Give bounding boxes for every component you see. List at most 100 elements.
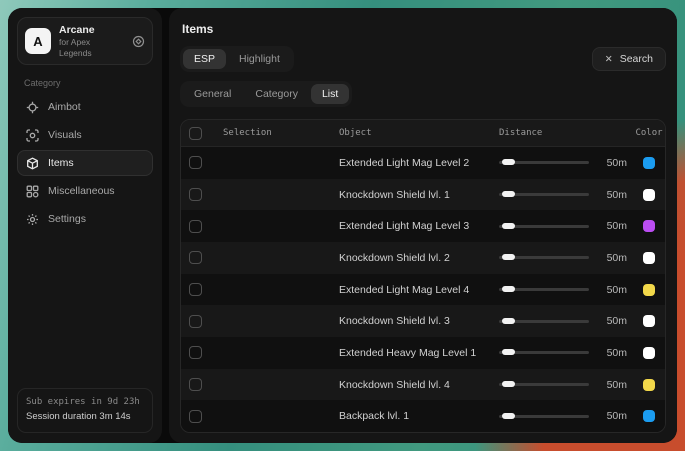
package-icon [26,157,39,170]
color-swatch[interactable] [643,157,655,169]
distance-slider[interactable] [499,193,589,196]
distance-slider[interactable] [499,383,589,386]
row-distance-value: 50m [607,252,627,264]
table-row[interactable]: Extended Light Mag Level 2 50m [181,147,665,179]
row-checkbox[interactable] [189,378,202,391]
distance-slider-thumb[interactable] [502,318,515,324]
row-object: Backpack lvl. 1 [339,410,499,422]
row-color-cell [633,315,665,327]
distance-slider[interactable] [499,161,589,164]
row-checkbox[interactable] [189,156,202,169]
table-header-row: Selection Object Distance Color [181,120,665,147]
distance-slider[interactable] [499,256,589,259]
tab-category[interactable]: Category [244,84,309,104]
tab-general[interactable]: General [183,84,242,104]
sidebar: A Arcane for Apex Legends Category Aimbo… [8,8,162,443]
row-checkbox[interactable] [189,410,202,423]
row-distance-value: 50m [607,189,627,201]
row-checkbox[interactable] [189,346,202,359]
table-row[interactable]: Extended Light Mag Level 4 50m [181,274,665,306]
table-row[interactable]: Backpack lvl. 1 50m [181,400,665,432]
color-swatch[interactable] [643,284,655,296]
row-object: Extended Light Mag Level 4 [339,284,499,296]
row-distance-value: 50m [607,157,627,169]
items-table: Selection Object Distance Color Extended… [180,119,666,433]
sidebar-item-label: Items [48,157,74,169]
mode-tabs: ESP Highlight [180,46,294,72]
crosshair-icon [26,101,39,114]
sidebar-item-settings[interactable]: Settings [17,206,153,232]
table-row[interactable]: Extended Heavy Mag Level 1 50m [181,337,665,369]
row-object: Knockdown Shield lvl. 3 [339,315,499,327]
sub-expires-text: Sub expires in 9d 23h [26,396,144,410]
sidebar-item-miscellaneous[interactable]: Miscellaneous [17,178,153,204]
color-swatch[interactable] [643,189,655,201]
row-distance-value: 50m [607,410,627,422]
row-distance-cell: 50m [499,315,633,327]
tab-esp[interactable]: ESP [183,49,226,69]
header-distance: Distance [499,128,633,138]
row-checkbox[interactable] [189,251,202,264]
color-swatch[interactable] [643,220,655,232]
color-swatch[interactable] [643,347,655,359]
table-row[interactable]: Knockdown Shield lvl. 1 50m [181,179,665,211]
row-object: Extended Heavy Mag Level 1 [339,347,499,359]
distance-slider-thumb[interactable] [502,349,515,355]
row-distance-cell: 50m [499,410,633,422]
row-checkbox[interactable] [189,283,202,296]
pin-icon[interactable] [132,35,145,48]
distance-slider-thumb[interactable] [502,191,515,197]
sidebar-item-label: Visuals [48,129,82,141]
distance-slider-thumb[interactable] [502,223,515,229]
distance-slider[interactable] [499,415,589,418]
header-selection: Selection [223,128,339,138]
table-row[interactable]: Extended Light Mag Level 3 50m [181,210,665,242]
category-section-label: Category [24,78,153,88]
distance-slider[interactable] [499,225,589,228]
sidebar-item-visuals[interactable]: Visuals [17,122,153,148]
view-tab-row: General Category List [180,81,666,107]
row-color-cell [633,252,665,264]
color-swatch[interactable] [643,252,655,264]
row-checkbox[interactable] [189,220,202,233]
page-title: Items [182,22,666,36]
row-distance-cell: 50m [499,220,633,232]
row-color-cell [633,220,665,232]
sidebar-item-label: Aimbot [48,101,81,113]
color-swatch[interactable] [643,315,655,327]
sidebar-item-items[interactable]: Items [17,150,153,176]
distance-slider-thumb[interactable] [502,254,515,260]
search-button[interactable]: ✕ Search [592,47,666,71]
gear-icon [26,213,39,226]
sidebar-item-aimbot[interactable]: Aimbot [17,94,153,120]
distance-slider-thumb[interactable] [502,413,515,419]
view-tabs: General Category List [180,81,352,107]
row-object: Knockdown Shield lvl. 2 [339,252,499,264]
table-row[interactable]: Knockdown Shield lvl. 4 50m [181,369,665,401]
app-window: A Arcane for Apex Legends Category Aimbo… [8,8,677,443]
subscription-info-card: Sub expires in 9d 23h Session duration 3… [17,388,153,433]
row-distance-value: 50m [607,284,627,296]
distance-slider-thumb[interactable] [502,381,515,387]
distance-slider[interactable] [499,288,589,291]
select-all-checkbox[interactable] [189,127,202,140]
sidebar-spacer [17,232,153,388]
distance-slider-thumb[interactable] [502,286,515,292]
row-checkbox[interactable] [189,188,202,201]
row-checkbox[interactable] [189,315,202,328]
row-distance-value: 50m [607,315,627,327]
color-swatch[interactable] [643,379,655,391]
row-object: Extended Light Mag Level 3 [339,220,499,232]
table-row[interactable]: Knockdown Shield lvl. 3 50m [181,305,665,337]
brand-text: Arcane for Apex Legends [59,24,124,58]
row-distance-value: 50m [607,379,627,391]
brand-card: A Arcane for Apex Legends [17,17,153,65]
row-color-cell [633,347,665,359]
distance-slider[interactable] [499,320,589,323]
tab-highlight[interactable]: Highlight [228,49,291,69]
distance-slider-thumb[interactable] [502,159,515,165]
table-row[interactable]: Knockdown Shield lvl. 2 50m [181,242,665,274]
distance-slider[interactable] [499,351,589,354]
color-swatch[interactable] [643,410,655,422]
tab-list[interactable]: List [311,84,349,104]
